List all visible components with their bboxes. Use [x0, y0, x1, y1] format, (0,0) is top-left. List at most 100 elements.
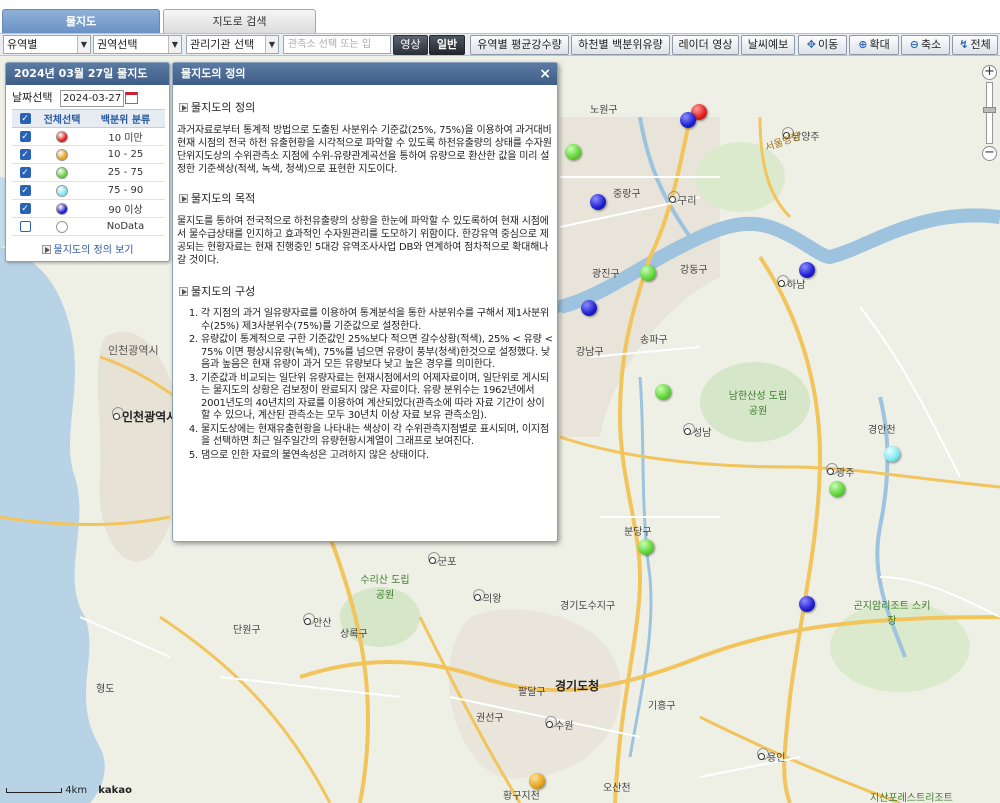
map-label-hyeongdo: 형도: [96, 684, 115, 695]
station-marker[interactable]: [640, 265, 656, 281]
scale-label: 4km: [65, 785, 88, 796]
map-label-jungrang: 중랑구: [613, 189, 641, 200]
map-label-surisan: 수리산 도립공원: [360, 575, 410, 601]
legend-checkbox[interactable]: ✓: [12, 127, 38, 146]
station-marker[interactable]: [655, 384, 671, 400]
station-marker[interactable]: [565, 144, 581, 160]
section-text: 과거자료로부터 통계적 방법으로 도출된 사분위수 기준값(25%, 75%)을…: [177, 125, 552, 175]
legend-row: ✓ 25 - 75: [12, 163, 165, 182]
zoom-in-button[interactable]: ⊕ 확대: [849, 35, 899, 55]
app-root: 물지도 지도로 검색 유역별 ▼ 권역선택 ▼ 관리기관 선택 ▼ 관측소 선택 또는…: [0, 0, 1000, 803]
legend-row: ✓ 75 - 90: [12, 181, 165, 200]
map-label-uiwang: 의왕: [473, 589, 501, 605]
legend-checkbox[interactable]: ✓: [12, 217, 38, 236]
zoom-out-icon: ⊖: [909, 38, 919, 51]
map-label-gangdong: 강동구: [680, 265, 708, 276]
checkbox-icon[interactable]: ✓: [19, 113, 31, 124]
station-marker[interactable]: [529, 773, 545, 789]
map-label-songpa: 송파구: [640, 335, 668, 346]
map-label-paldal: 팔달구: [518, 687, 546, 698]
legend-row: ✓ 90 이상: [12, 199, 165, 218]
legend-checkbox[interactable]: ✓: [12, 199, 38, 218]
legend-swatch: [38, 145, 86, 164]
basin-select[interactable]: 유역별 ▼: [3, 35, 91, 54]
agency-select[interactable]: 관리기관 선택 ▼: [186, 35, 279, 54]
map-label-osan: 오산천: [603, 783, 631, 794]
full-extent-button[interactable]: ↯ 전체: [952, 35, 998, 55]
date-input[interactable]: 2024-03-27: [59, 89, 124, 107]
color-dot-icon: [56, 166, 68, 179]
zoom-in-icon: ⊕: [858, 38, 868, 51]
station-marker[interactable]: [829, 481, 845, 497]
map-label-gwangju: 광주: [826, 463, 854, 479]
zoom-slider[interactable]: [983, 82, 996, 144]
region-select[interactable]: 권역선택 ▼: [93, 35, 182, 54]
zoom-minus-icon[interactable]: −: [982, 146, 997, 161]
map-label-incheon: 인천광역시: [112, 407, 177, 424]
legend-label: 25 - 75: [86, 163, 165, 182]
tab-map-search[interactable]: 지도로 검색: [163, 9, 316, 33]
color-dot-icon: [56, 202, 68, 215]
chevron-down-icon: ▼: [265, 36, 278, 53]
checkbox-icon[interactable]: ✓: [19, 185, 31, 196]
normal-map-button[interactable]: 일반: [429, 35, 465, 55]
select-all-checkbox[interactable]: ✓: [12, 109, 38, 128]
select-all-label: 전체선택: [38, 109, 86, 128]
legend-title: 2024년 03월 27일 물지도: [6, 63, 169, 85]
map-label-guri: 구리: [668, 191, 696, 207]
satellite-button[interactable]: 영상: [393, 35, 428, 55]
scale-bar: [6, 787, 62, 793]
popup-title: 물지도의 정의: [181, 67, 246, 80]
map-label-seongnam: 성남: [683, 423, 711, 439]
pan-button[interactable]: ✥ 이동: [798, 35, 847, 55]
legend-label: 10 - 25: [86, 145, 165, 164]
legend-checkbox[interactable]: ✓: [12, 181, 38, 200]
section-text: 물지도를 통하여 전국적으로 하천유출량의 상황을 한눈에 파악할 수 있도록하…: [177, 216, 549, 266]
river-percentile-button[interactable]: 하천별 백분위유량: [571, 35, 670, 55]
tab-water-map[interactable]: 물지도: [2, 9, 160, 33]
radar-button[interactable]: 레이더 영상: [672, 35, 739, 55]
station-marker[interactable]: [884, 446, 900, 462]
map-label-namhansanseong: 남한산성 도립공원: [728, 391, 788, 417]
zoom-out-button[interactable]: ⊖ 축소: [901, 35, 950, 55]
checkbox-icon[interactable]: ✓: [19, 221, 31, 232]
calendar-icon[interactable]: [124, 92, 138, 104]
station-marker[interactable]: [799, 262, 815, 278]
station-marker[interactable]: [638, 539, 654, 555]
legend-row: ✓ 10 미만: [12, 127, 165, 146]
view-definition-link[interactable]: 물지도의 정의 보기: [6, 236, 169, 256]
map-label-gwangjin: 광진구: [592, 269, 620, 280]
map-brand-logo: kakao: [98, 785, 132, 796]
forecast-button[interactable]: 날씨예보: [741, 35, 795, 55]
station-marker[interactable]: [581, 300, 597, 316]
checkbox-icon[interactable]: ✓: [19, 131, 31, 142]
legend-checkbox[interactable]: ✓: [12, 145, 38, 164]
arrow-right-icon: [179, 103, 188, 112]
color-dot-icon: [56, 148, 68, 161]
popup-body: 물지도의 정의 과거자료로부터 통계적 방법으로 도출된 사분위수 기준값(25…: [173, 85, 557, 462]
basin-rainfall-button[interactable]: 유역별 평균강수량: [470, 35, 569, 55]
station-marker[interactable]: [590, 194, 606, 210]
tab-bar: 물지도 지도로 검색: [0, 0, 1000, 34]
color-dot-icon: [56, 184, 68, 197]
checkbox-icon[interactable]: ✓: [19, 203, 31, 214]
zoom-plus-icon[interactable]: +: [982, 65, 997, 80]
legend-checkbox[interactable]: ✓: [12, 163, 38, 182]
arrow-right-icon: [179, 194, 188, 203]
station-search-input[interactable]: 관측소 선택 또는 입: [283, 35, 391, 54]
class-column-header: 백분위 분류: [86, 109, 165, 128]
checkbox-icon[interactable]: ✓: [19, 149, 31, 160]
toolbar: 유역별 ▼ 권역선택 ▼ 관리기관 선택 ▼ 관측소 선택 또는 입 영상 일반 유역…: [0, 33, 1000, 56]
station-marker[interactable]: [799, 596, 815, 612]
close-icon[interactable]: ×: [539, 63, 551, 85]
section-heading: 물지도의 구성: [179, 283, 553, 299]
legend-swatch: [38, 217, 86, 236]
arrow-right-icon: [41, 245, 51, 254]
map-label-suji: 경기도수지구: [560, 601, 616, 612]
color-dot-icon: [56, 130, 68, 143]
zoom-slider-thumb[interactable]: [983, 107, 996, 113]
checkbox-icon[interactable]: ✓: [19, 167, 31, 178]
map-label-gonjiam: 곤지암리조트 스키장: [853, 601, 931, 627]
station-marker[interactable]: [680, 112, 696, 128]
composition-item: 유량값이 통계적으로 구한 기준값인 25%보다 적으면 갈수상황(적색), 2…: [201, 334, 553, 372]
